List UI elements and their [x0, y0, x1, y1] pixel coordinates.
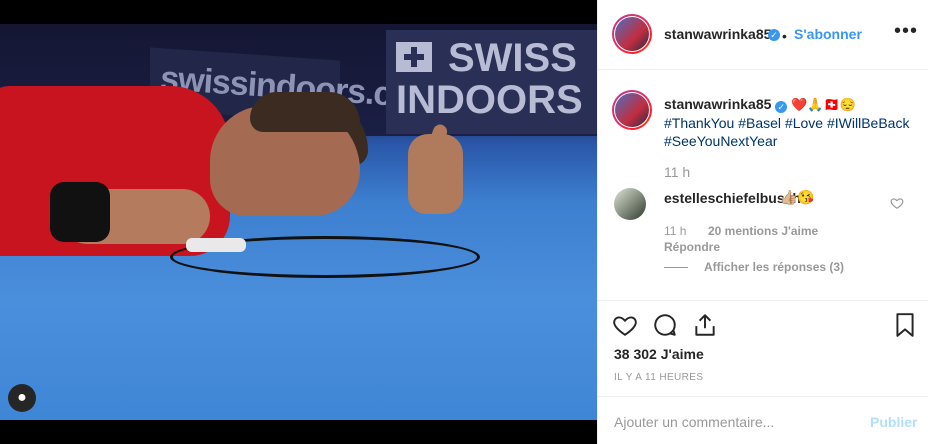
- caption-username[interactable]: stanwawrinka85: [664, 96, 771, 112]
- sponsor-board-right-line2: INDOORS: [396, 78, 583, 122]
- share-icon[interactable]: [692, 312, 718, 338]
- post-photo[interactable]: swissindoors.ch SWISS INDOORS: [0, 24, 597, 420]
- comment-composer: Publier: [598, 396, 928, 444]
- post-caption: stanwawrinka85 ✓ ❤️🙏🇨🇭😔 #ThankYou #Basel…: [664, 95, 914, 150]
- hashtag-seeyounextyear[interactable]: #SeeYouNextYear: [664, 133, 777, 149]
- post-header: stanwawrinka85 ✓ • S'abonner •••: [598, 0, 928, 70]
- caption-verified-badge-icon: ✓: [775, 101, 788, 113]
- hashtag-basel[interactable]: #Basel: [738, 115, 781, 131]
- author-avatar[interactable]: [612, 14, 652, 54]
- sponsor-board-right-line1: SWISS: [448, 36, 577, 80]
- player-hair-top: [250, 92, 360, 132]
- more-options-button[interactable]: •••: [894, 20, 918, 43]
- separator-dot: •: [782, 28, 787, 44]
- commenter-avatar[interactable]: [614, 188, 646, 220]
- comment-time[interactable]: 11 h: [664, 224, 686, 238]
- comment-likes[interactable]: 20 mentions J'aime: [708, 224, 818, 238]
- swiss-cross-icon: [396, 42, 432, 72]
- hashtag-iwillbeback[interactable]: #IWillBeBack: [827, 115, 909, 131]
- hashtag-thankyou[interactable]: #ThankYou: [664, 115, 734, 131]
- post-photo-pane: swissindoors.ch SWISS INDOORS ●: [0, 0, 597, 444]
- reply-button[interactable]: Répondre: [664, 240, 720, 254]
- racket-handle: [186, 238, 246, 252]
- comment-icon[interactable]: [652, 312, 678, 338]
- caption-emojis: ❤️🙏🇨🇭😔: [791, 97, 856, 112]
- hashtag-love[interactable]: #Love: [785, 115, 823, 131]
- caption-time[interactable]: 11 h: [664, 164, 690, 180]
- player-wristband: [50, 182, 110, 242]
- caption-author-avatar[interactable]: [612, 90, 652, 130]
- comment-text: 👍🏼😘: [780, 189, 815, 205]
- tagged-user-icon[interactable]: ●: [8, 384, 36, 412]
- publish-button[interactable]: Publier: [870, 414, 917, 430]
- view-replies-button[interactable]: Afficher les réponses (3): [704, 260, 844, 274]
- like-icon[interactable]: [612, 312, 638, 338]
- thumbs-up-hand: [408, 134, 463, 214]
- post-date[interactable]: IL Y A 11 HEURES: [614, 372, 703, 383]
- post-sidebar: stanwawrinka85 ✓ • S'abonner ••• stanwaw…: [597, 0, 928, 444]
- comment-input[interactable]: [614, 414, 844, 430]
- follow-button[interactable]: S'abonner: [794, 26, 862, 42]
- replies-divider: [664, 267, 688, 268]
- comment-like-icon[interactable]: [890, 196, 904, 210]
- save-bookmark-icon[interactable]: [892, 312, 918, 338]
- like-count[interactable]: 38 302 J'aime: [614, 346, 704, 362]
- actions-divider: [598, 300, 928, 301]
- author-username[interactable]: stanwawrinka85: [664, 26, 771, 42]
- verified-badge-icon: ✓: [768, 29, 780, 41]
